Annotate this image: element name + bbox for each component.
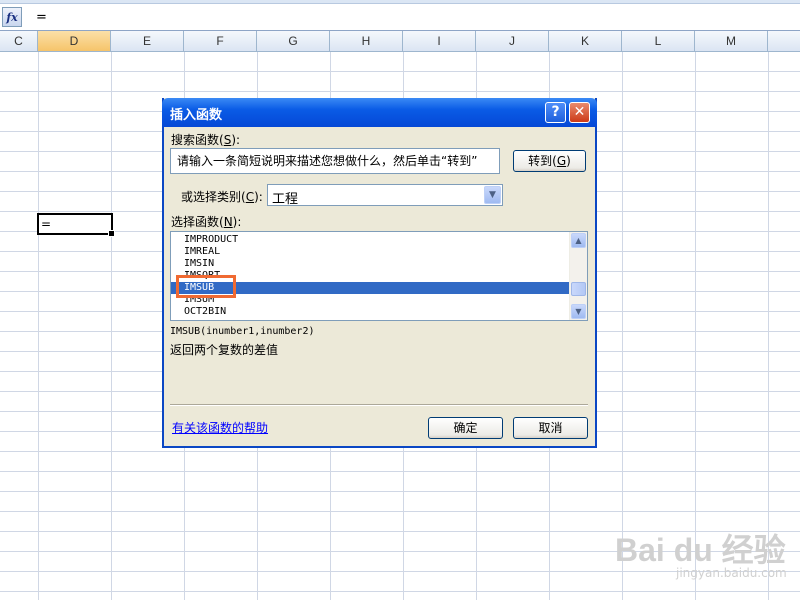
help-icon[interactable]: ?	[545, 102, 566, 123]
function-signature: IMSUB(inumber1,inumber2)	[170, 326, 315, 337]
function-description: 返回两个复数的差值	[170, 343, 279, 357]
cancel-button[interactable]: 取消	[513, 417, 588, 439]
column-header-g[interactable]: G	[257, 31, 330, 51]
function-list[interactable]: IMPRODUCT IMREAL IMSIN IMSQRT IMSUB IMSU…	[170, 231, 588, 321]
insert-function-button[interactable]: fx	[2, 7, 22, 27]
annotation-highlight-box	[176, 275, 236, 298]
search-input[interactable]: 请输入一条简短说明来描述您想做什么，然后单击“转到”	[170, 148, 500, 174]
close-icon[interactable]: ✕	[569, 102, 590, 123]
column-header-e[interactable]: E	[111, 31, 184, 51]
list-item[interactable]: IMREAL	[184, 246, 220, 258]
column-header-c[interactable]: C	[0, 31, 38, 51]
column-header-k[interactable]: K	[549, 31, 622, 51]
active-cell[interactable]: =	[37, 213, 115, 237]
column-header-m[interactable]: M	[695, 31, 768, 51]
divider	[170, 404, 588, 406]
baidu-watermark-logo: Bai du 经验	[615, 532, 786, 568]
column-header-i[interactable]: I	[403, 31, 476, 51]
dialog-titlebar[interactable]: 插入函数 ? ✕	[162, 98, 597, 127]
insert-function-dialog: 插入函数 ? ✕ 搜索函数(S): 请输入一条简短说明来描述您想做什么，然后单击…	[162, 98, 597, 448]
goto-button[interactable]: 转到(G)	[513, 150, 586, 172]
toolbar-strip	[0, 0, 800, 4]
column-headers: C D E F G H I J K L M	[0, 31, 800, 52]
category-value: 工程	[272, 192, 299, 207]
chevron-down-icon[interactable]: ▼	[484, 186, 501, 204]
category-label: 或选择类别(C):	[181, 190, 263, 204]
formula-bar: fx =	[0, 0, 800, 31]
scroll-thumb[interactable]	[571, 282, 586, 296]
function-help-link[interactable]: 有关该函数的帮助	[172, 419, 268, 436]
category-select[interactable]: 工程 ▼	[267, 184, 503, 207]
search-label: 搜索函数(S):	[171, 133, 241, 147]
column-header-j[interactable]: J	[476, 31, 549, 51]
dialog-title: 插入函数	[170, 108, 223, 123]
list-item[interactable]: OCT2BIN	[184, 306, 226, 318]
ok-button[interactable]: 确定	[428, 417, 503, 439]
column-header-h[interactable]: H	[330, 31, 403, 51]
list-scrollbar[interactable]: ▲ ▼	[569, 232, 587, 320]
scroll-down-icon[interactable]: ▼	[571, 304, 586, 319]
column-header-l[interactable]: L	[622, 31, 695, 51]
column-header-f[interactable]: F	[184, 31, 257, 51]
select-function-label: 选择函数(N):	[171, 215, 242, 229]
baidu-watermark-url: jingyan.baidu.com	[676, 566, 787, 580]
scroll-up-icon[interactable]: ▲	[571, 233, 586, 248]
list-item[interactable]: IMPRODUCT	[184, 234, 238, 246]
list-item[interactable]: IMSIN	[184, 258, 214, 270]
formula-input[interactable]: =	[36, 10, 47, 25]
column-header-d[interactable]: D	[38, 31, 111, 51]
